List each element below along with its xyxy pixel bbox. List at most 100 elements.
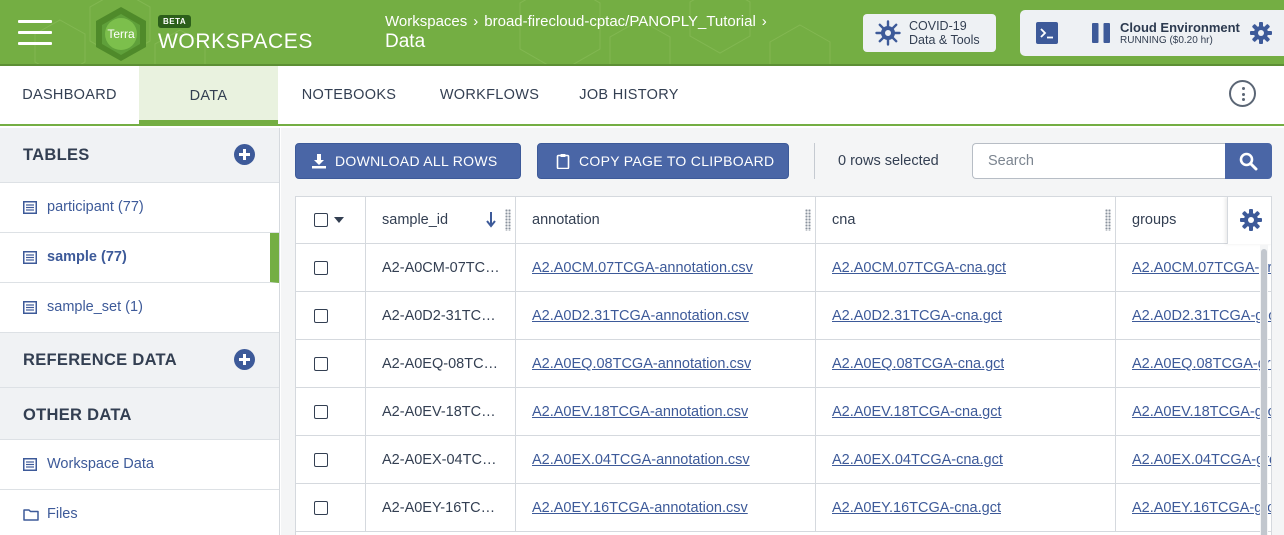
tab-job-history[interactable]: JOB HISTORY — [563, 66, 695, 124]
table-row: A2-A0EY-16TCGA A2.A0EY.16TCGA-annotation… — [296, 484, 1271, 532]
column-header-sample-id[interactable]: sample_id — [366, 197, 516, 244]
download-icon — [312, 154, 326, 169]
entity-table: sample_id annotation cna groups A2-A0CM-… — [295, 196, 1272, 535]
row-checkbox[interactable] — [314, 357, 328, 371]
groups-file-link[interactable]: A2.A0EY.16TCGA-groups.csv — [1132, 500, 1271, 516]
annotation-file-link[interactable]: A2.A0EY.16TCGA-annotation.csv — [532, 500, 748, 516]
tab-data[interactable]: DATA — [139, 66, 278, 126]
sample-id-text: A2-A0EY-16TCGA — [382, 500, 500, 516]
row-checkbox[interactable] — [314, 261, 328, 275]
add-reference-plus-icon[interactable] — [234, 349, 255, 370]
groups-cell: A2.A0CM.07TCGA-groups.csv — [1116, 244, 1271, 292]
sidebar-item-label: sample_set (1) — [47, 299, 143, 315]
breadcrumb-workspace-link[interactable]: broad-firecloud-cptac/PANOPLY_Tutorial — [484, 13, 756, 30]
section-title: WORKSPACES — [158, 30, 313, 53]
cna-file-link[interactable]: A2.A0EY.16TCGA-cna.gct — [832, 500, 1001, 516]
copy-page-to-clipboard-button[interactable]: COPY PAGE TO CLIPBOARD — [537, 143, 789, 179]
gear-icon[interactable] — [1250, 22, 1272, 44]
cloud-environment-title[interactable]: Cloud Environment — [1120, 20, 1240, 35]
cna-file-link[interactable]: A2.A0EQ.08TCGA-cna.gct — [832, 356, 1004, 372]
reference-data-section-header: REFERENCE DATA — [0, 333, 279, 388]
search-button[interactable] — [1225, 143, 1272, 179]
covid-data-tools-button[interactable]: COVID-19 Data & Tools — [863, 14, 996, 52]
row-checkbox[interactable] — [314, 309, 328, 323]
sort-descending-icon[interactable] — [485, 211, 497, 229]
cna-file-link[interactable]: A2.A0CM.07TCGA-cna.gct — [832, 260, 1006, 276]
app-header: Terra BETA WORKSPACES Workspaces › broad-f… — [0, 0, 1284, 66]
sidebar-item-sample[interactable]: sample (77) — [0, 233, 279, 283]
tab-dashboard[interactable]: DASHBOARD — [0, 66, 139, 124]
annotation-cell: A2.A0EQ.08TCGA-annotation.csv — [516, 340, 816, 388]
annotation-file-link[interactable]: A2.A0CM.07TCGA-annotation.csv — [532, 260, 753, 276]
chevron-down-icon[interactable] — [334, 217, 344, 223]
sidebar-item-participant[interactable]: participant (77) — [0, 183, 279, 233]
sidebar-item-sample-set[interactable]: sample_set (1) — [0, 283, 279, 333]
annotation-file-link[interactable]: A2.A0EQ.08TCGA-annotation.csv — [532, 356, 751, 372]
annotation-file-link[interactable]: A2.A0EX.04TCGA-annotation.csv — [532, 452, 750, 468]
download-all-rows-button[interactable]: DOWNLOAD ALL ROWS — [295, 143, 521, 179]
row-select-cell — [296, 340, 366, 388]
groups-file-link[interactable]: A2.A0D2.31TCGA-groups.csv — [1132, 308, 1271, 324]
reference-header-label: REFERENCE DATA — [23, 351, 177, 369]
column-settings-button[interactable] — [1227, 197, 1271, 244]
search-input[interactable] — [972, 143, 1225, 179]
table-row: A2-A0EV-18TCGA A2.A0EV.18TCGA-annotation… — [296, 388, 1271, 436]
sample-id-cell: A2-A0EY-16TCGA — [366, 484, 516, 532]
table-row: A2-A0CM-07TCGA A2.A0CM.07TCGA-annotation… — [296, 244, 1271, 292]
terra-logo[interactable]: Terra — [94, 6, 148, 62]
cna-cell: A2.A0EV.18TCGA-cna.gct — [816, 388, 1116, 436]
groups-file-link[interactable]: A2.A0EV.18TCGA-groups.csv — [1132, 404, 1271, 420]
groups-cell: A2.A0EX.04TCGA-groups.csv — [1116, 436, 1271, 484]
table-scrollbar[interactable] — [1260, 245, 1268, 535]
row-select-cell — [296, 244, 366, 292]
annotation-file-link[interactable]: A2.A0D2.31TCGA-annotation.csv — [532, 308, 749, 324]
annotation-cell: A2.A0D2.31TCGA-annotation.csv — [516, 292, 816, 340]
annotation-cell: A2.A0CM.07TCGA-annotation.csv — [516, 244, 816, 292]
table-icon — [23, 251, 37, 264]
sidebar-item-files[interactable]: Files — [0, 490, 279, 535]
column-header-cna[interactable]: cna — [816, 197, 1116, 244]
tab-workflows[interactable]: WORKFLOWS — [420, 66, 559, 124]
page-title: Data — [385, 31, 426, 52]
column-header-label: sample_id — [382, 212, 449, 228]
cna-file-link[interactable]: A2.A0EV.18TCGA-cna.gct — [832, 404, 1002, 420]
column-resize-handle[interactable] — [805, 209, 811, 231]
select-all-checkbox[interactable] — [314, 213, 328, 227]
groups-file-link[interactable]: A2.A0EQ.08TCGA-groups.csv — [1132, 356, 1271, 372]
cna-file-link[interactable]: A2.A0EX.04TCGA-cna.gct — [832, 452, 1003, 468]
sample-id-text: A2-A0EV-18TCGA — [382, 404, 500, 420]
groups-file-link[interactable]: A2.A0EX.04TCGA-groups.csv — [1132, 452, 1271, 468]
breadcrumb-workspaces-link[interactable]: Workspaces — [385, 13, 467, 30]
toolbar-divider — [814, 143, 815, 179]
cloud-environment-status: RUNNING ($0.20 hr) — [1120, 35, 1213, 46]
sidebar-item-label: Workspace Data — [47, 456, 154, 472]
column-header-annotation[interactable]: annotation — [516, 197, 816, 244]
more-options-icon[interactable] — [1229, 80, 1256, 107]
menu-hamburger-icon[interactable] — [18, 20, 52, 46]
cna-cell: A2.A0EY.16TCGA-cna.gct — [816, 484, 1116, 532]
table-row: A2-A0EX-04TCGA A2.A0EX.04TCGA-annotation… — [296, 436, 1271, 484]
groups-file-link[interactable]: A2.A0CM.07TCGA-groups.csv — [1132, 260, 1271, 276]
column-header-label: cna — [832, 212, 856, 228]
sidebar-item-workspace-data[interactable]: Workspace Data — [0, 440, 279, 490]
cna-cell: A2.A0D2.31TCGA-cna.gct — [816, 292, 1116, 340]
groups-cell: A2.A0D2.31TCGA-groups.csv — [1116, 292, 1271, 340]
annotation-file-link[interactable]: A2.A0EV.18TCGA-annotation.csv — [532, 404, 748, 420]
logo-text: Terra — [107, 27, 135, 41]
terminal-icon[interactable] — [1036, 22, 1058, 44]
tab-notebooks[interactable]: NOTEBOOKS — [282, 66, 416, 124]
pause-icon[interactable] — [1092, 23, 1110, 43]
download-button-label: DOWNLOAD ALL ROWS — [335, 153, 498, 169]
row-checkbox[interactable] — [314, 501, 328, 515]
add-table-plus-icon[interactable] — [234, 144, 255, 165]
scrollbar-thumb[interactable] — [1261, 249, 1267, 535]
cna-file-link[interactable]: A2.A0D2.31TCGA-cna.gct — [832, 308, 1002, 324]
sample-id-text: A2-A0CM-07TCGA — [382, 260, 500, 276]
rows-selected-count: 0 rows selected — [838, 153, 939, 169]
beta-badge: BETA — [158, 15, 192, 28]
column-resize-handle[interactable] — [1105, 209, 1111, 231]
column-resize-handle[interactable] — [505, 209, 511, 231]
row-checkbox[interactable] — [314, 453, 328, 467]
row-checkbox[interactable] — [314, 405, 328, 419]
row-select-cell — [296, 484, 366, 532]
